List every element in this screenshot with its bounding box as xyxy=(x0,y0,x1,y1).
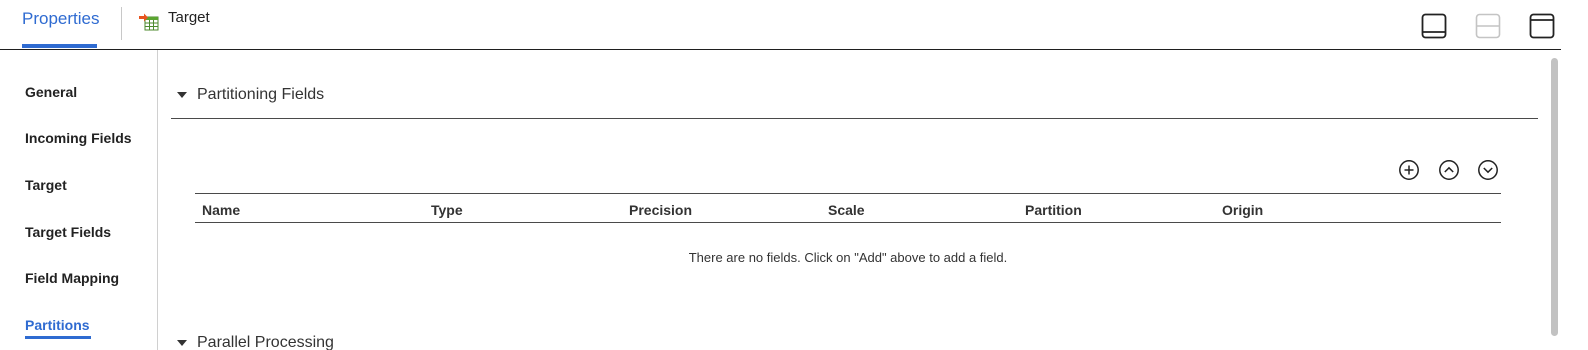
caret-down-icon xyxy=(177,340,187,346)
column-header-type[interactable]: Type xyxy=(431,202,463,218)
tab-active-indicator xyxy=(22,44,97,48)
properties-header: Properties Target xyxy=(0,0,1561,50)
object-title: Target xyxy=(168,9,210,26)
sidebar-item-incoming-fields[interactable]: Incoming Fields xyxy=(25,130,132,146)
caret-down-icon xyxy=(177,92,187,98)
column-header-origin[interactable]: Origin xyxy=(1222,202,1263,218)
dock-bottom-icon[interactable] xyxy=(1421,13,1447,39)
move-up-icon[interactable] xyxy=(1438,159,1460,181)
table-top-border xyxy=(195,193,1501,194)
empty-table-message: There are no fields. Click on "Add" abov… xyxy=(688,250,1008,265)
section-partitioning-fields[interactable]: Partitioning Fields xyxy=(171,86,1538,108)
column-header-name[interactable]: Name xyxy=(202,202,240,218)
maximize-panel-icon[interactable] xyxy=(1529,13,1555,39)
scrollbar-thumb[interactable] xyxy=(1551,58,1558,336)
sidebar-item-partitions[interactable]: Partitions xyxy=(25,317,90,333)
sidebar-active-indicator xyxy=(25,336,91,339)
header-divider xyxy=(121,7,122,40)
column-header-partition[interactable]: Partition xyxy=(1025,202,1082,218)
move-down-icon[interactable] xyxy=(1477,159,1499,181)
sidebar-item-target[interactable]: Target xyxy=(25,177,67,193)
sidebar-item-general[interactable]: General xyxy=(25,84,77,100)
add-circle-icon[interactable] xyxy=(1398,159,1420,181)
target-table-icon xyxy=(139,13,159,31)
properties-sidebar: General Incoming Fields Target Target Fi… xyxy=(0,50,158,350)
table-header-border xyxy=(195,222,1501,223)
section-title: Partitioning Fields xyxy=(197,86,325,103)
section-divider xyxy=(171,118,1538,119)
split-horizontal-icon[interactable] xyxy=(1475,13,1501,39)
section-parallel-processing[interactable]: Parallel Processing xyxy=(171,334,1538,350)
section-title: Parallel Processing xyxy=(197,334,334,350)
sidebar-item-target-fields[interactable]: Target Fields xyxy=(25,224,111,240)
sidebar-item-field-mapping[interactable]: Field Mapping xyxy=(25,270,119,286)
tab-properties[interactable]: Properties xyxy=(22,9,99,29)
vertical-scrollbar[interactable] xyxy=(1549,54,1560,336)
column-header-precision[interactable]: Precision xyxy=(629,202,692,218)
column-header-scale[interactable]: Scale xyxy=(828,202,865,218)
